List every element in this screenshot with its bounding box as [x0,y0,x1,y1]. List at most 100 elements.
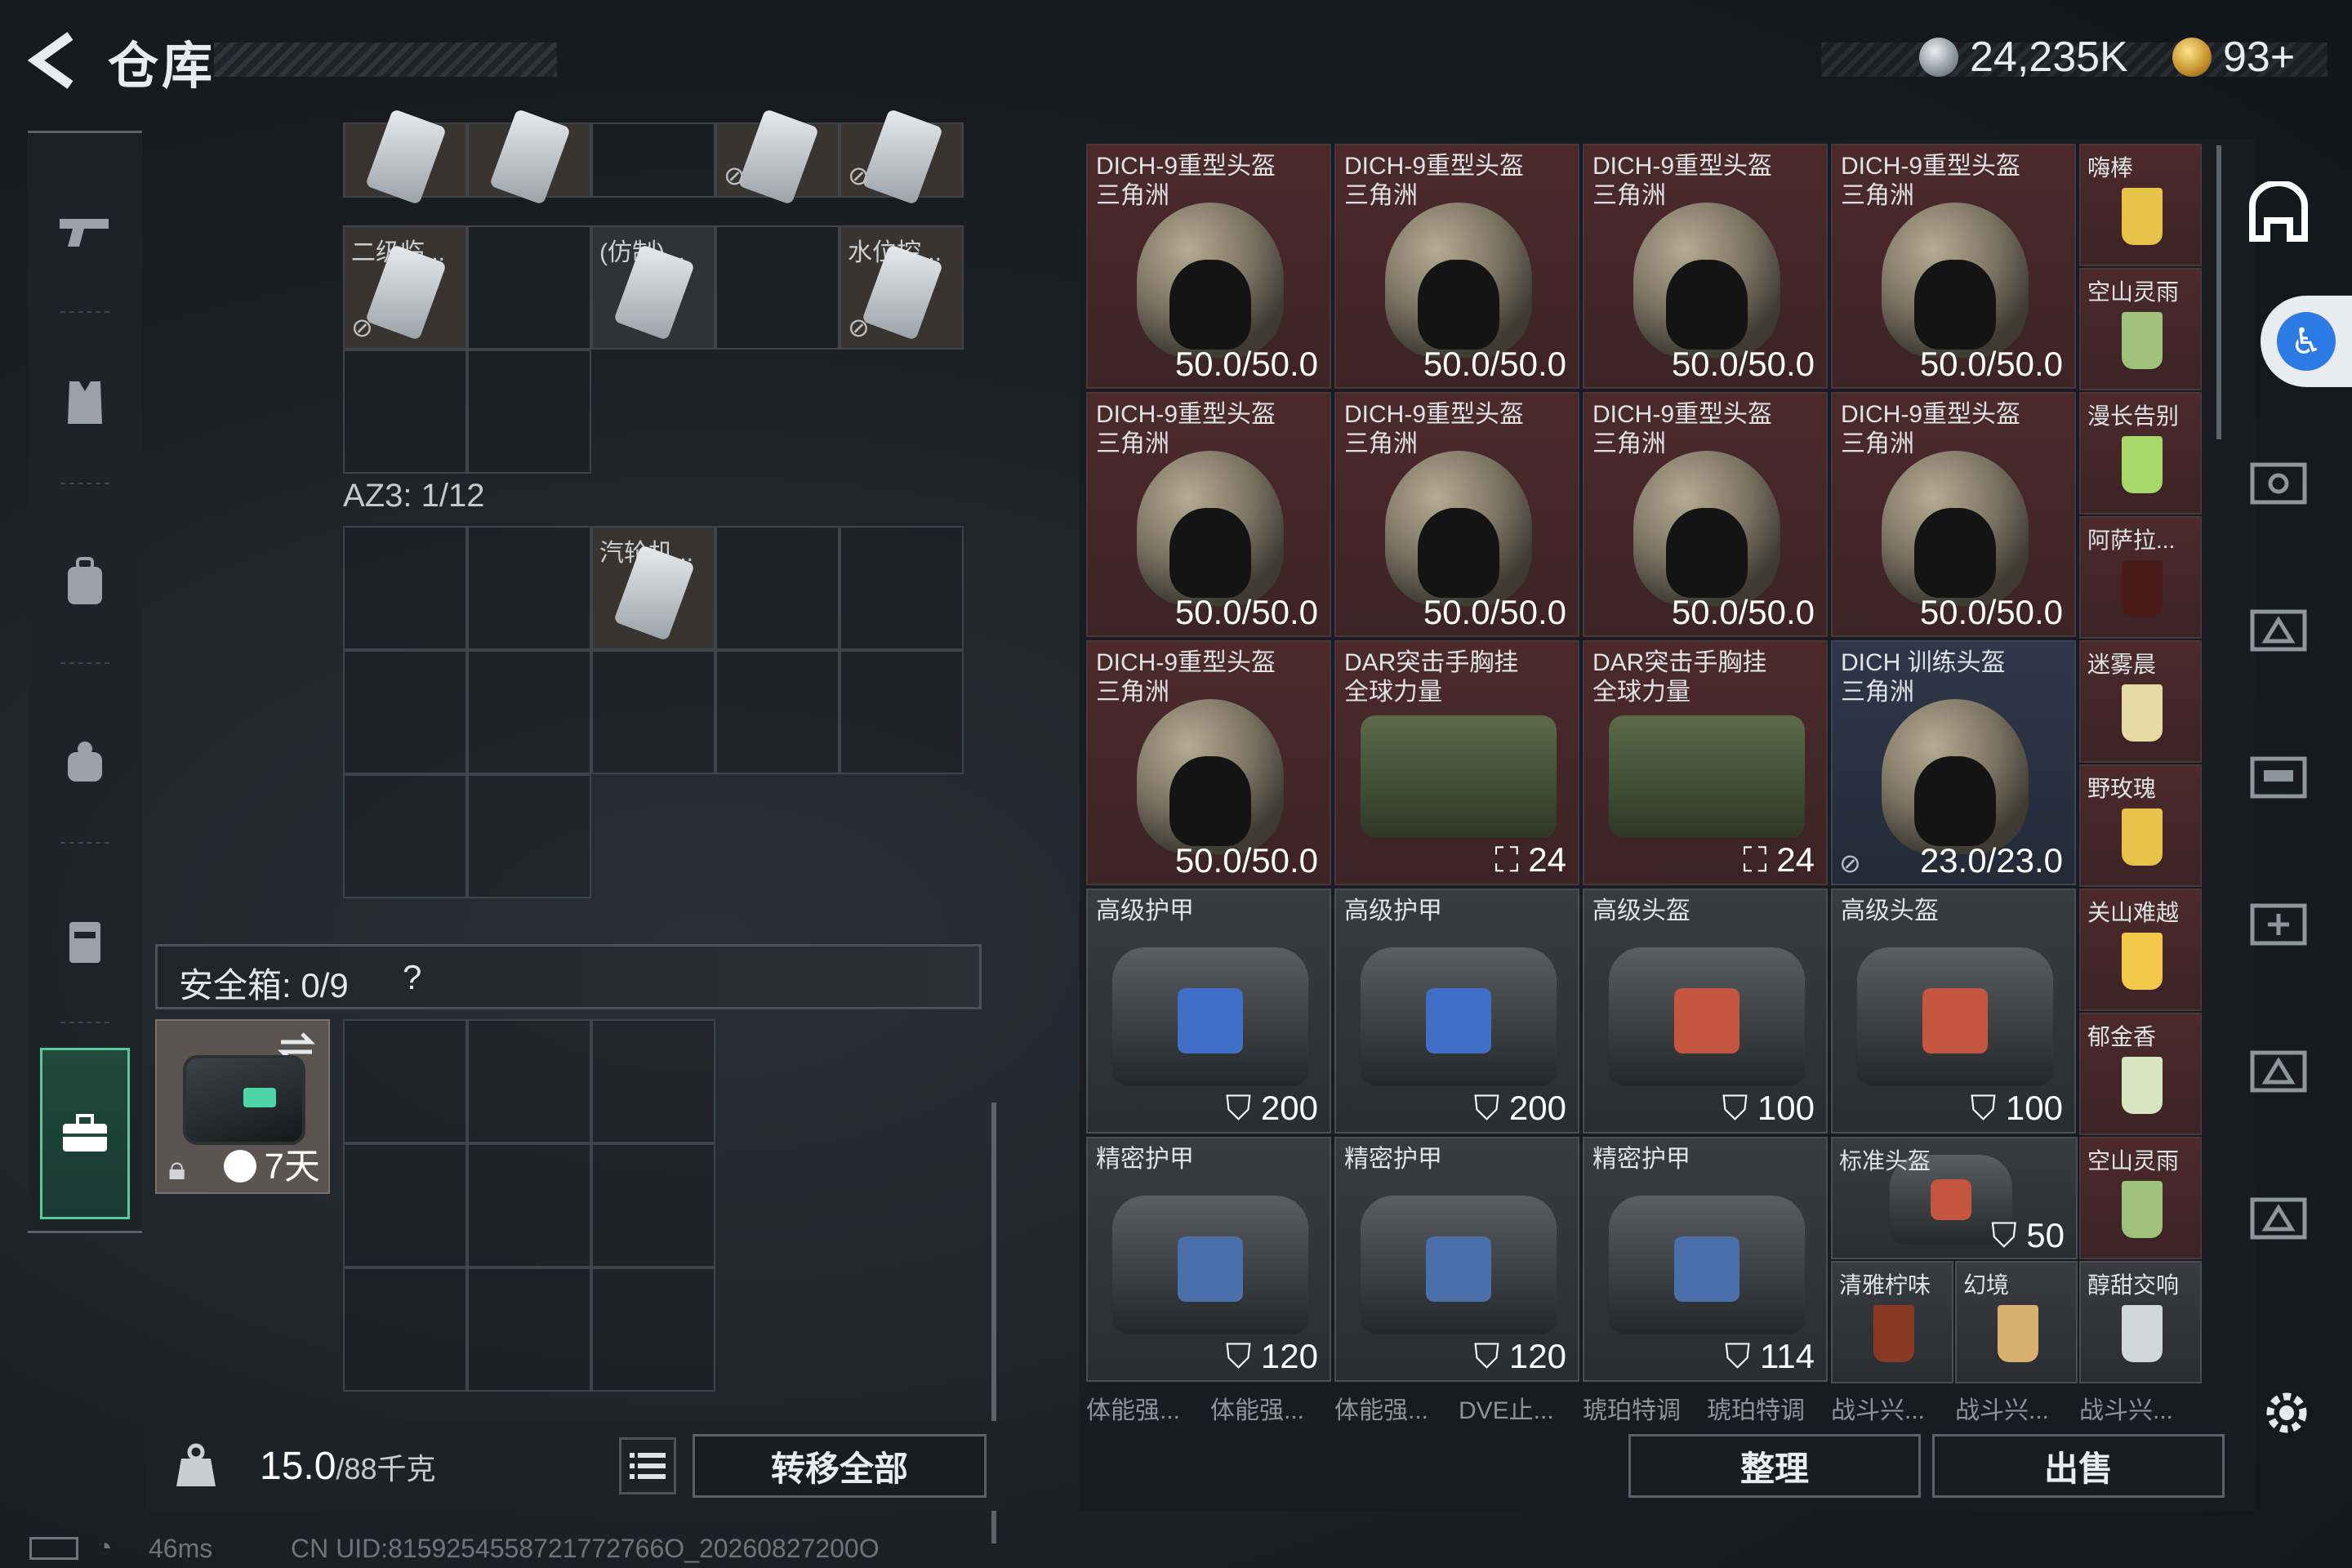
grid-slot[interactable] [343,350,467,474]
grid-slot[interactable] [467,109,591,205]
storage-tab-6[interactable] [2246,1037,2311,1102]
storage-item-small[interactable]: 清雅柠味 [1831,1261,1953,1383]
nav-vest[interactable] [28,321,142,484]
storage-item-small[interactable]: 阿萨拉... [2079,516,2202,639]
safebox-slot[interactable] [467,1267,591,1392]
sell-button[interactable]: 出售 [1932,1434,2225,1498]
grid-slot[interactable] [343,650,467,774]
storage-item[interactable]: DICH-9重型头盔 三角洲 50.0/50.0 [1583,144,1828,389]
item-name: 醇甜交响 [2087,1272,2180,1298]
storage-item[interactable]: 标准头盔 ⛉ 50 [1831,1137,2078,1259]
grid-slot[interactable] [467,526,591,650]
overflow-item-label[interactable]: 体能强... [1334,1390,1459,1423]
safebox-slot[interactable] [343,1019,467,1143]
storage-tab-4[interactable] [2246,743,2311,808]
storage-item[interactable]: DICH-9重型头盔 三角洲 50.0/50.0 [1583,392,1828,637]
storage-item[interactable]: DICH-9重型头盔 三角洲 50.0/50.0 [1086,640,1331,885]
grid-slot[interactable] [715,225,840,350]
storage-tab-3[interactable] [2246,596,2311,662]
storage-item[interactable]: DICH-9重型头盔 三角洲 50.0/50.0 [1086,392,1331,637]
nav-safebox[interactable] [40,1048,130,1219]
grid-slot[interactable]: ⊘ [715,109,840,205]
safebox-slot[interactable] [591,1019,715,1143]
silver-currency[interactable]: 24,235K [1970,33,2128,82]
nav-bag[interactable] [28,680,142,844]
item-name: DAR突击手胸挂 全球力量 [1344,649,1519,706]
storage-item-small[interactable]: 郁金香 [2079,1013,2202,1135]
storage-item[interactable]: 精密护甲 ⛉ 114 [1583,1137,1828,1382]
storage-item[interactable]: DICH-9重型头盔 三角洲 50.0/50.0 [1334,144,1579,389]
settings-button[interactable] [2254,1380,2319,1446]
storage-tab-5[interactable] [2246,890,2311,956]
storage-item[interactable]: 精密护甲 ⛉ 120 [1334,1137,1579,1382]
safebox-slot[interactable] [591,1267,715,1392]
storage-item-small[interactable]: 空山灵雨 [2079,1137,2202,1259]
grid-slot[interactable]: 水位控... ⊘ [840,225,964,350]
overflow-item-label[interactable]: 琥珀特调 [1583,1390,1707,1423]
storage-item-small[interactable]: 空山灵雨 [2079,268,2202,390]
storage-item-small[interactable]: 迷雾晨 [2079,640,2202,763]
grid-slot[interactable] [715,526,840,650]
storage-item-small[interactable]: 醇甜交响 [2079,1261,2202,1383]
storage-tab-2[interactable] [2246,449,2311,514]
grid-slot[interactable] [840,526,964,650]
grid-slot[interactable] [343,109,467,205]
safebox-slot[interactable] [467,1143,591,1267]
grid-slot[interactable] [467,225,591,350]
grid-slot[interactable] [467,650,591,774]
gold-currency[interactable]: 93+ [2223,33,2295,82]
storage-item-small[interactable]: 嗨棒 [2079,144,2202,266]
list-view-button[interactable] [619,1437,676,1494]
grid-slot[interactable] [591,122,715,198]
overflow-item-label[interactable]: 战斗兴... [1955,1390,2079,1423]
grid-slot[interactable] [343,774,467,898]
nav-backpack[interactable] [28,501,142,664]
back-button[interactable] [24,29,82,91]
nav-chest-rig[interactable] [28,860,142,1023]
overflow-item-label[interactable]: DVE止... [1459,1390,1583,1423]
grid-slot[interactable]: (仿制)... [591,225,715,350]
storage-item[interactable]: DICH-9重型头盔 三角洲 50.0/50.0 [1831,392,2076,637]
transfer-all-button[interactable]: 转移全部 [693,1434,987,1498]
sort-button[interactable]: 整理 [1628,1434,1921,1498]
safebox-help-icon[interactable]: ? [403,958,421,997]
grid-slot[interactable] [467,774,591,898]
storage-item-small[interactable]: 野玫瑰 [2079,764,2202,887]
accessibility-button[interactable]: ♿︎ [2261,296,2352,387]
overflow-item-label[interactable]: 体能强... [1210,1390,1334,1423]
safebox-slot[interactable] [467,1019,591,1143]
grid-slot[interactable] [591,650,715,774]
storage-item-small[interactable]: 幻境 [1955,1261,2078,1383]
nav-weapon[interactable] [28,149,142,313]
overflow-item-label[interactable]: 战斗兴... [2079,1390,2203,1423]
storage-item[interactable]: 高级头盔 ⛉ 100 [1831,889,2076,1134]
safebox-slot[interactable] [591,1143,715,1267]
grid-slot[interactable] [840,650,964,774]
storage-item-small[interactable]: 漫长告别 [2079,392,2202,514]
grid-slot[interactable]: 二级临... ⊘ [343,225,467,350]
storage-item[interactable]: DICH 训练头盔 三角洲 23.0/23.0 ⊘ [1831,640,2076,885]
storage-item[interactable]: DICH-9重型头盔 三角洲 50.0/50.0 [1086,144,1331,389]
grid-slot[interactable]: ⊘ [840,109,964,205]
safebox-slot[interactable] [343,1143,467,1267]
safebox-container[interactable]: 🔒︎ 7天 [155,1019,330,1194]
safebox-slot[interactable] [343,1267,467,1392]
storage-item[interactable]: 高级护甲 ⛉ 200 [1086,889,1331,1134]
grid-slot[interactable] [343,526,467,650]
grid-slot[interactable]: 汽轮机... [591,526,715,650]
storage-item[interactable]: 高级护甲 ⛉ 200 [1334,889,1579,1134]
overflow-item-label[interactable]: 体能强... [1086,1390,1210,1423]
storage-item-small[interactable]: 关山难越 [2079,889,2202,1011]
overflow-item-label[interactable]: 战斗兴... [1831,1390,1955,1423]
storage-item[interactable]: DAR突击手胸挂 全球力量 ⛶ 24 [1334,640,1579,885]
storage-tab-7[interactable] [2246,1184,2311,1250]
storage-item[interactable]: DICH-9重型头盔 三角洲 50.0/50.0 [1334,392,1579,637]
grid-slot[interactable] [467,350,591,474]
storage-tab-main[interactable] [2246,180,2311,245]
storage-item[interactable]: DAR突击手胸挂 全球力量 ⛶ 24 [1583,640,1828,885]
storage-item[interactable]: 精密护甲 ⛉ 120 [1086,1137,1331,1382]
overflow-item-label[interactable]: 琥珀特调 [1707,1390,1831,1423]
grid-slot[interactable] [715,650,840,774]
storage-item[interactable]: 高级头盔 ⛉ 100 [1583,889,1828,1134]
storage-item[interactable]: DICH-9重型头盔 三角洲 50.0/50.0 [1831,144,2076,389]
